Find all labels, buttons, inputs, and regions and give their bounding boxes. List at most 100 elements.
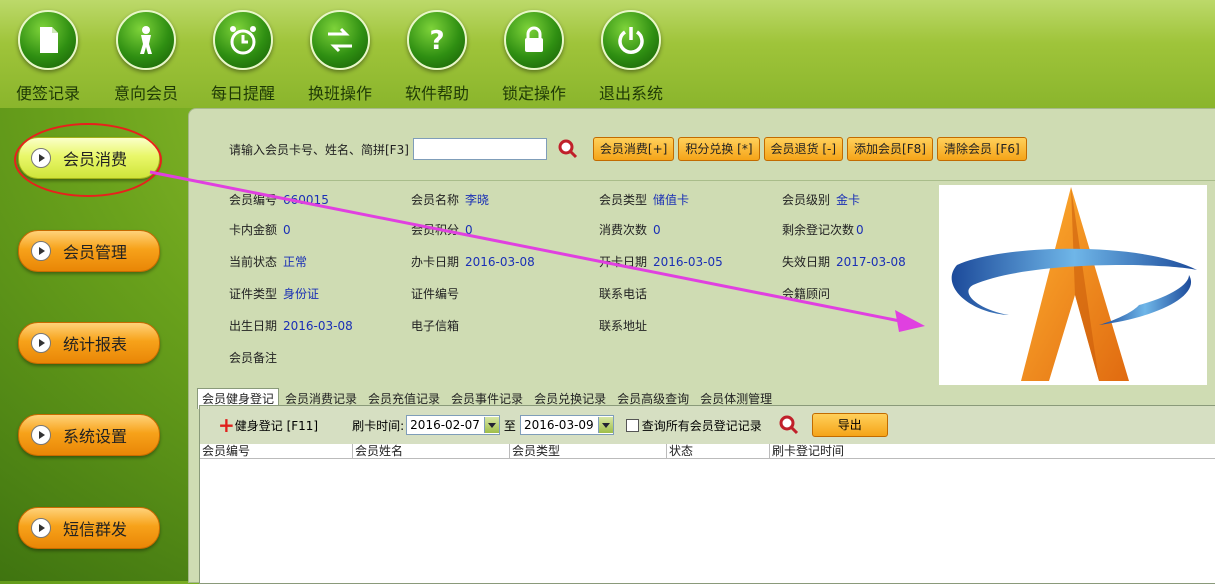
field-label: 会员积分: [411, 223, 460, 237]
consume-count: 消费次数 0: [599, 221, 661, 238]
register-button[interactable]: 健身登记 [F11]: [235, 417, 318, 434]
field-value: 身份证: [283, 287, 320, 301]
address: 联系地址: [599, 317, 653, 334]
member-type: 会员类型 储值卡: [599, 191, 689, 208]
field-value: 金卡: [836, 193, 861, 207]
field-label: 剩余登记次数: [782, 223, 855, 237]
column-header[interactable]: 会员姓名: [353, 444, 510, 458]
field-value: 正常: [283, 255, 308, 269]
search-icon[interactable]: [557, 138, 579, 160]
birth-date: 出生日期 2016-03-08: [229, 317, 353, 334]
field-label: 证件类型: [229, 287, 278, 301]
exit-label: 退出系统: [598, 84, 663, 103]
export-button[interactable]: 导出: [811, 413, 888, 437]
checkin-toolbar: + 健身登记 [F11] 刷卡时间: 2016-02-07 至 2016-03-…: [200, 406, 1215, 444]
lock-button[interactable]: 锁定操作: [489, 10, 579, 104]
tab-content: + 健身登记 [F11] 刷卡时间: 2016-02-07 至 2016-03-…: [199, 405, 1215, 584]
lock-label: 锁定操作: [501, 84, 566, 103]
column-header[interactable]: 会员类型: [510, 444, 667, 458]
consume-button[interactable]: 会员消费[+]: [592, 137, 675, 161]
time-label: 刷卡时间:: [352, 418, 405, 433]
field-label: 会员编号: [229, 193, 278, 207]
date-from-value: 2016-02-07: [410, 418, 480, 432]
nav-label: 系统设置: [63, 427, 128, 446]
shift-button[interactable]: 换班操作: [295, 10, 385, 104]
chevron-down-icon[interactable]: [597, 417, 613, 433]
nav-member-manage[interactable]: 会员管理: [18, 230, 160, 272]
add-member-button[interactable]: 添加会员[F8]: [847, 137, 933, 161]
lock-icon: [504, 10, 564, 70]
field-value: 0: [283, 223, 291, 237]
divider: [189, 180, 1215, 181]
column-header[interactable]: 刷卡登记时间: [770, 444, 972, 458]
date-from-select[interactable]: 2016-02-07: [406, 415, 500, 435]
annotation-ring: [14, 123, 162, 197]
nav-settings[interactable]: 系统设置: [18, 414, 160, 456]
intent-member-label: 意向会员: [113, 84, 178, 103]
open-date: 开卡日期 2016-03-05: [599, 253, 723, 270]
field-label: 会员类型: [599, 193, 648, 207]
company-logo-icon: [951, 187, 1197, 381]
column-header[interactable]: 会员编号: [200, 444, 353, 458]
field-value: 0: [653, 223, 661, 237]
field-label: 会员名称: [411, 193, 460, 207]
issue-date: 办卡日期 2016-03-08: [411, 253, 535, 270]
card-balance: 卡内金额 0: [229, 221, 291, 238]
field-value: 0: [465, 223, 473, 237]
note-button[interactable]: 便签记录: [3, 10, 93, 104]
daily-reminder-button[interactable]: 每日提醒: [198, 10, 288, 104]
field-value: 0: [856, 223, 864, 237]
field-value: 2016-03-08: [283, 319, 353, 333]
nav-label: 统计报表: [63, 335, 128, 354]
search-icon[interactable]: [778, 414, 800, 436]
chevron-down-icon[interactable]: [483, 417, 499, 433]
search-input[interactable]: [412, 138, 547, 160]
person-icon: [116, 10, 176, 70]
member-photo: [939, 185, 1207, 385]
remark: 会员备注: [229, 349, 283, 366]
member-points: 会员积分 0: [411, 221, 473, 238]
intent-member-button[interactable]: 意向会员: [101, 10, 191, 104]
column-header[interactable]: 状态: [667, 444, 770, 458]
points-exchange-button[interactable]: 积分兑换 [*]: [678, 137, 760, 161]
nav-statistics[interactable]: 统计报表: [18, 322, 160, 364]
note-label: 便签记录: [15, 84, 80, 103]
field-label: 当前状态: [229, 255, 278, 269]
field-label: 会员级别: [782, 193, 831, 207]
note-icon: [18, 10, 78, 70]
field-label: 失效日期: [782, 255, 831, 269]
field-label: 卡内金额: [229, 223, 278, 237]
nav-label: 会员管理: [63, 243, 128, 262]
plus-icon: +: [218, 413, 235, 437]
field-value: 储值卡: [653, 193, 690, 207]
help-label: 软件帮助: [404, 84, 469, 103]
date-to-select[interactable]: 2016-03-09: [519, 415, 614, 435]
field-value: 660015: [283, 193, 329, 207]
return-button[interactable]: 会员退货 [-]: [763, 137, 844, 161]
id-number: 证件编号: [411, 285, 465, 302]
query-all-label: 查询所有会员登记记录: [641, 418, 762, 433]
field-label: 电子信箱: [411, 319, 460, 333]
to-label: 至: [503, 418, 516, 433]
nav-sms[interactable]: 短信群发: [18, 507, 160, 549]
play-icon: [31, 241, 51, 261]
email: 电子信箱: [411, 317, 465, 334]
field-label: 会籍顾问: [782, 287, 831, 301]
field-label: 会员备注: [229, 351, 278, 365]
help-button[interactable]: ? 软件帮助: [392, 10, 482, 104]
shift-label: 换班操作: [307, 84, 372, 103]
field-label: 办卡日期: [411, 255, 460, 269]
field-label: 消费次数: [599, 223, 648, 237]
table-header: 会员编号 会员姓名 会员类型 状态 刷卡登记时间: [200, 444, 1215, 459]
clear-member-button[interactable]: 清除会员 [F6]: [936, 137, 1027, 161]
daily-reminder-label: 每日提醒: [210, 84, 275, 103]
phone: 联系电话: [599, 285, 653, 302]
nav-label: 短信群发: [63, 520, 128, 539]
field-value: 2017-03-08: [836, 255, 906, 269]
alarm-clock-icon: [213, 10, 273, 70]
top-toolbar: 便签记录 意向会员 每日提醒 换班操作 ? 软件帮助 锁定操作 退出系统: [0, 0, 1215, 108]
query-all-checkbox[interactable]: [625, 418, 639, 432]
exit-button[interactable]: 退出系统: [586, 10, 676, 104]
expire-date: 失效日期 2017-03-08: [782, 253, 906, 270]
advisor: 会籍顾问: [782, 285, 836, 302]
